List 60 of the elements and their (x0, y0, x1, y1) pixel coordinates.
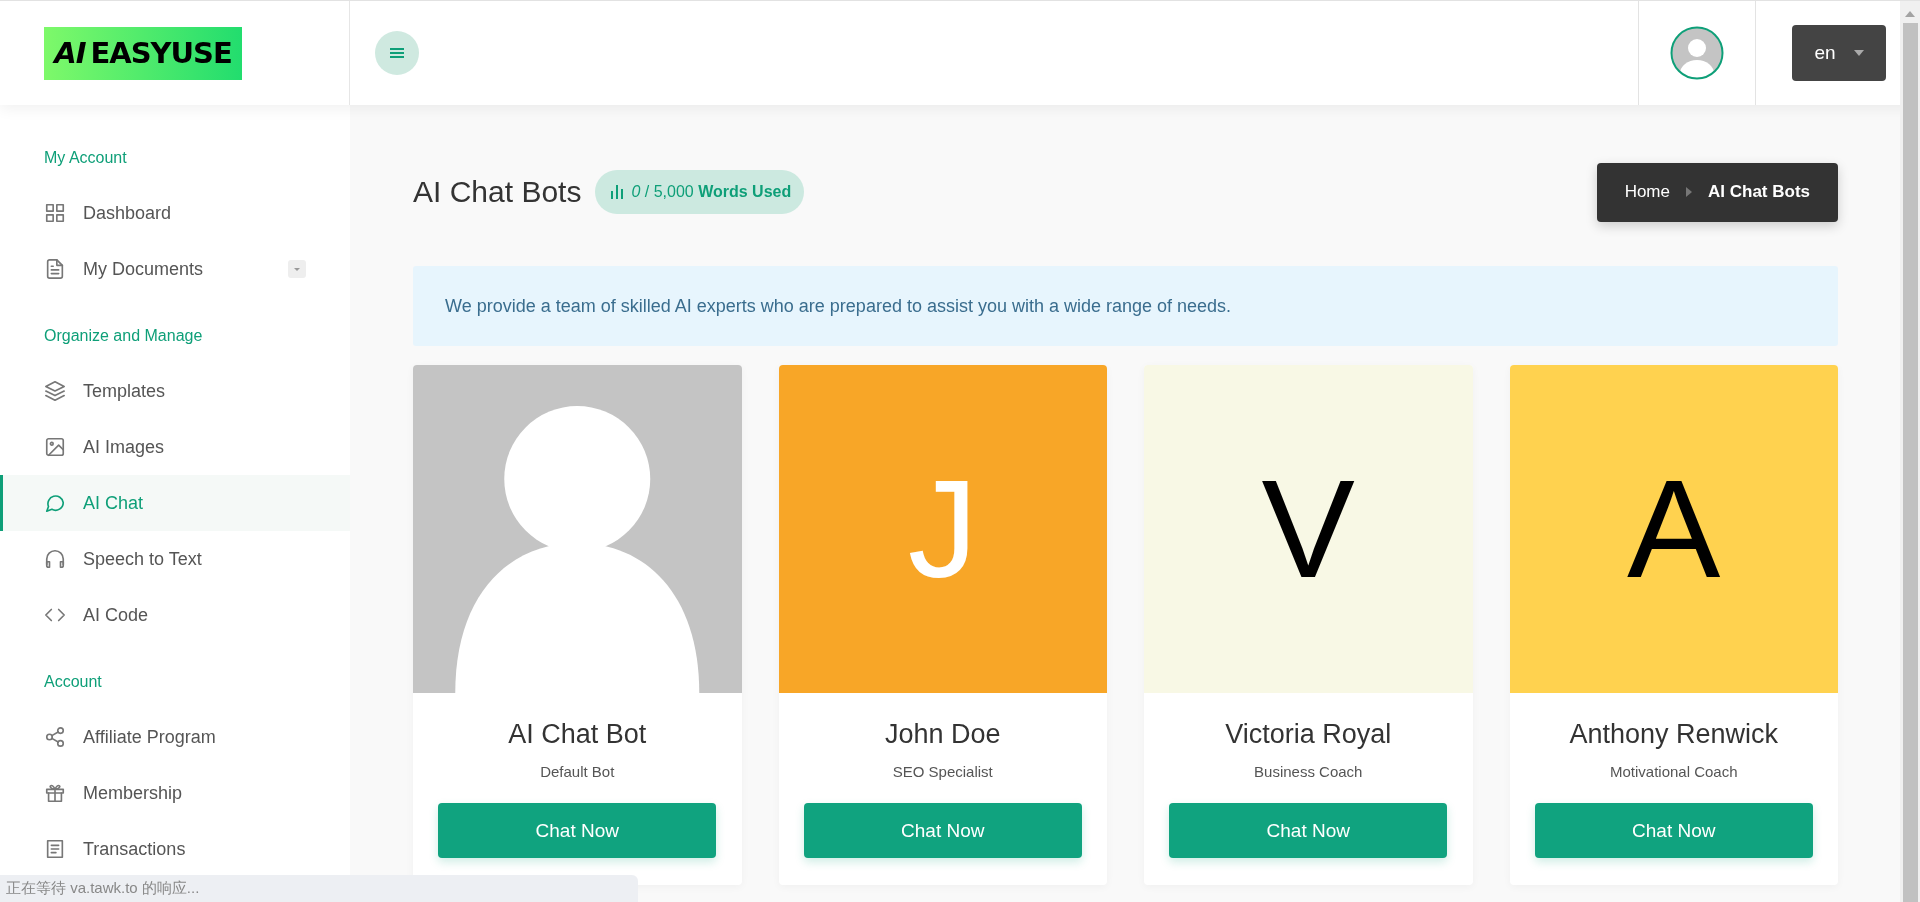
scrollbar-thumb[interactable] (1902, 23, 1918, 902)
document-icon (44, 258, 66, 280)
chat-icon (44, 492, 66, 514)
chevron-icon (1686, 187, 1692, 197)
caret-icon (1853, 50, 1864, 56)
bot-name: AI Chat Bot (508, 719, 647, 750)
dropdown-caret-icon[interactable] (288, 260, 306, 278)
bot-role: Business Coach (1254, 763, 1363, 780)
usage-text: 0 / 5,000 Words Used (631, 183, 792, 201)
avatar-letter: V (1261, 459, 1355, 599)
breadcrumb-link[interactable]: Home (1624, 182, 1670, 202)
bot-name: Victoria Royal (1225, 719, 1392, 750)
menu-icon (390, 47, 404, 59)
receipt-icon (44, 838, 66, 860)
sidebar-item-label: Dashboard (83, 202, 173, 224)
logo[interactable]: AI EASYUSE (44, 26, 242, 80)
sidebar-item-label: Speech to Text (83, 548, 203, 570)
headphones-icon (44, 548, 66, 570)
section-heading: Account (43, 672, 103, 692)
bot-name: John Doe (884, 719, 1001, 750)
bot-name: Anthony Renwick (1569, 719, 1779, 750)
sidebar-item[interactable]: Membership (0, 765, 350, 821)
language-dropdown[interactable]: en (1792, 25, 1886, 81)
sidebar-item[interactable]: Affiliate Program (0, 709, 350, 765)
info-notice: We provide a team of skilled AI experts who are prepared to assist you with a wide range of needs. (413, 266, 1838, 346)
gift-icon (44, 782, 66, 804)
sidebar-item-label: Membership (83, 782, 184, 804)
section-heading: My Account (43, 148, 128, 168)
avatar-letter: J (907, 459, 978, 599)
avatar-letter: A (1627, 459, 1721, 599)
grid-icon (44, 202, 66, 224)
sidebar-item[interactable]: Dashboard (0, 185, 350, 241)
scrollbar[interactable] (1900, 1, 1920, 902)
sidebar-item[interactable]: Speech to Text (0, 531, 350, 587)
share-icon (44, 726, 66, 748)
sidebar-item[interactable]: Transactions (0, 821, 350, 875)
sidebar-item[interactable]: AI Images (0, 419, 350, 475)
bot-role: Motivational Coach (1609, 763, 1738, 780)
bot-role: SEO Specialist (892, 763, 993, 780)
sidebar-item-label: Transactions (83, 838, 187, 860)
sidebar-item-label: AI Chat (83, 492, 145, 514)
sidebar-item[interactable]: AI Code (0, 587, 350, 643)
bot-role: Default Bot (540, 763, 615, 780)
breadcrumb-link[interactable]: AI Chat Bots (1708, 182, 1810, 202)
browser-status-text: 正在等待 va.tawk.to 的响应... (0, 875, 638, 902)
sidebar-item-label: AI Images (83, 436, 166, 458)
sidebar-item-label: AI Code (83, 604, 150, 626)
layers-icon (44, 380, 66, 402)
sidebar-item[interactable]: My Documents (0, 241, 350, 297)
user-avatar-icon[interactable] (1670, 26, 1724, 80)
sidebar-item-label: Affiliate Program (83, 726, 217, 748)
scroll-up-icon[interactable] (1905, 11, 1915, 17)
menu-button[interactable] (375, 31, 419, 75)
sidebar-item[interactable]: Templates (0, 363, 350, 419)
sidebar-item-label: My Documents (83, 258, 205, 280)
bar-chart-icon (611, 185, 624, 199)
page-title: AI Chat Bots (413, 175, 582, 209)
section-heading: Organize and Manage (43, 326, 204, 346)
sidebar-item-label: Templates (83, 380, 167, 402)
image-icon (44, 436, 66, 458)
